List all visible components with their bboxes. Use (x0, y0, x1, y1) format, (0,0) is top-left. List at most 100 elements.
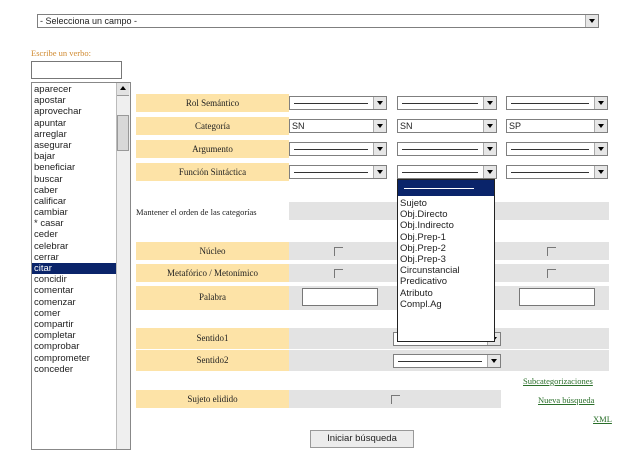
dropdown-option[interactable]: Obj.Prep-2 (398, 243, 494, 254)
chevron-down-icon (483, 120, 496, 132)
chevron-down-icon (483, 143, 496, 155)
chevron-down-icon (594, 97, 607, 109)
nucleo-label: Núcleo (136, 242, 289, 260)
dropdown-option[interactable]: Obj.Directo (398, 209, 494, 220)
chevron-down-icon (483, 166, 496, 178)
chevron-down-icon (594, 143, 607, 155)
chevron-up-icon (120, 86, 126, 90)
funcion-sintactica-label: Función Sintáctica (136, 163, 289, 181)
verb-list-item[interactable]: * casar (32, 218, 118, 229)
verb-input[interactable] (31, 61, 122, 79)
palabra-label: Palabra (136, 286, 289, 310)
nucleo-checkbox-1[interactable] (334, 247, 343, 256)
chevron-down-icon[interactable] (585, 15, 598, 27)
verb-list-scrollbar[interactable] (116, 83, 130, 449)
sentido2-label: Sentido2 (136, 350, 289, 371)
chevron-down-icon (594, 120, 607, 132)
palabra-input-1[interactable] (302, 288, 378, 306)
verb-list-item[interactable]: comenzar (32, 297, 118, 308)
verb-list-item[interactable]: concidir (32, 274, 118, 285)
rol-select-1[interactable] (289, 96, 387, 110)
dropdown-option[interactable]: Compl.Ag (398, 299, 494, 310)
xml-link[interactable]: XML (593, 414, 612, 424)
verb-list-item[interactable]: apuntar (32, 118, 118, 129)
dropdown-option[interactable]: Sujeto (398, 198, 494, 209)
rol-select-3[interactable] (506, 96, 608, 110)
categoria-select-3[interactable]: SP (506, 119, 608, 133)
rol-select-2[interactable] (397, 96, 497, 110)
field-select[interactable]: - Selecciona un campo - (37, 14, 599, 28)
sujeto-elidido-checkbox[interactable] (391, 395, 400, 404)
dropdown-option[interactable]: Circunstancial (398, 265, 494, 276)
dropdown-option[interactable]: Obj.Indirecto (398, 220, 494, 231)
dropdown-blank-option[interactable] (398, 180, 494, 196)
scroll-up-button[interactable] (117, 83, 129, 96)
funcion-dropdown[interactable]: Sujeto Obj.Directo Obj.Indirecto Obj.Prep-1… (397, 179, 495, 342)
field-select-value: - Selecciona un campo - (40, 16, 138, 26)
dropdown-items: Sujeto Obj.Directo Obj.Indirecto Obj.Prep-1… (398, 196, 494, 310)
sentido1-label: Sentido1 (136, 328, 289, 349)
argumento-select-2[interactable] (397, 142, 497, 156)
verb-list-item[interactable]: bajar (32, 151, 118, 162)
nueva-busqueda-link[interactable]: Nueva búsqueda (538, 395, 594, 405)
verb-list-item[interactable]: aprovechar (32, 106, 118, 117)
search-button[interactable]: Iniciar búsqueda (310, 430, 414, 448)
verb-list-item[interactable]: buscar (32, 174, 118, 185)
sujeto-elidido-label: Sujeto elidido (136, 390, 289, 408)
verb-list-item[interactable]: conceder (32, 364, 118, 375)
categoria-select-1[interactable]: SN (289, 119, 387, 133)
categoria-label: Categoría (136, 117, 289, 135)
verb-list-item[interactable]: cambiar (32, 207, 118, 218)
funcion-select-1[interactable] (289, 165, 387, 179)
sentido2-select[interactable] (393, 354, 501, 368)
verb-list-item[interactable]: aparecer (32, 84, 118, 95)
categoria-value-1: SN (292, 121, 305, 131)
verb-list-item[interactable]: asegurar (32, 140, 118, 151)
chevron-down-icon (594, 166, 607, 178)
chevron-down-icon (373, 166, 386, 178)
palabra-input-3[interactable] (519, 288, 595, 306)
verb-list-item[interactable]: caber (32, 185, 118, 196)
dropdown-option[interactable]: Predicativo (398, 276, 494, 287)
chevron-down-icon (487, 355, 500, 367)
verb-list-item[interactable]: ceder (32, 229, 118, 240)
dropdown-blank-line (404, 188, 474, 189)
argumento-select-1[interactable] (289, 142, 387, 156)
categoria-select-2[interactable]: SN (397, 119, 497, 133)
rol-semantico-label: Rol Semántico (136, 94, 289, 112)
chevron-down-icon (373, 97, 386, 109)
dropdown-option[interactable]: Obj.Prep-1 (398, 232, 494, 243)
funcion-select-2[interactable] (397, 165, 497, 179)
dropdown-option[interactable]: Obj.Prep-3 (398, 254, 494, 265)
chevron-down-icon (373, 143, 386, 155)
chevron-down-icon (483, 97, 496, 109)
verb-list-item[interactable]: comprobar (32, 341, 118, 352)
verb-list-item[interactable]: comer (32, 308, 118, 319)
verb-list-item[interactable]: citar (32, 263, 118, 275)
verb-list-item[interactable]: apostar (32, 95, 118, 106)
verb-list-item[interactable]: beneficiar (32, 162, 118, 173)
nucleo-checkbox-3[interactable] (547, 247, 556, 256)
scroll-thumb[interactable] (117, 115, 129, 151)
verb-list-item[interactable]: completar (32, 330, 118, 341)
metaforico-checkbox-3[interactable] (547, 269, 556, 278)
verb-list-item[interactable]: compartir (32, 319, 118, 330)
mantener-orden-label: Mantener el orden de las categorías (136, 207, 257, 217)
categoria-value-3: SP (509, 121, 522, 131)
argumento-label: Argumento (136, 140, 289, 158)
verb-list-item[interactable]: cerrar (32, 252, 118, 263)
metaforico-checkbox-1[interactable] (334, 269, 343, 278)
verb-list-item[interactable]: celebrar (32, 241, 118, 252)
chevron-down-icon (373, 120, 386, 132)
verb-list-item[interactable]: calificar (32, 196, 118, 207)
funcion-select-3[interactable] (506, 165, 608, 179)
verb-list-item[interactable]: comprometer (32, 353, 118, 364)
verb-list[interactable]: aparecer apostar aprovechar apuntar arreglar… (31, 82, 131, 450)
verb-list-items: aparecer apostar aprovechar apuntar arreglar… (32, 84, 118, 375)
verb-input-label: Escribe un verbo: (31, 48, 91, 58)
verb-list-item[interactable]: arreglar (32, 129, 118, 140)
verb-list-item[interactable]: comentar (32, 285, 118, 296)
dropdown-option[interactable]: Atributo (398, 288, 494, 299)
subcategorizaciones-link[interactable]: Subcategorizaciones (523, 376, 593, 386)
argumento-select-3[interactable] (506, 142, 608, 156)
